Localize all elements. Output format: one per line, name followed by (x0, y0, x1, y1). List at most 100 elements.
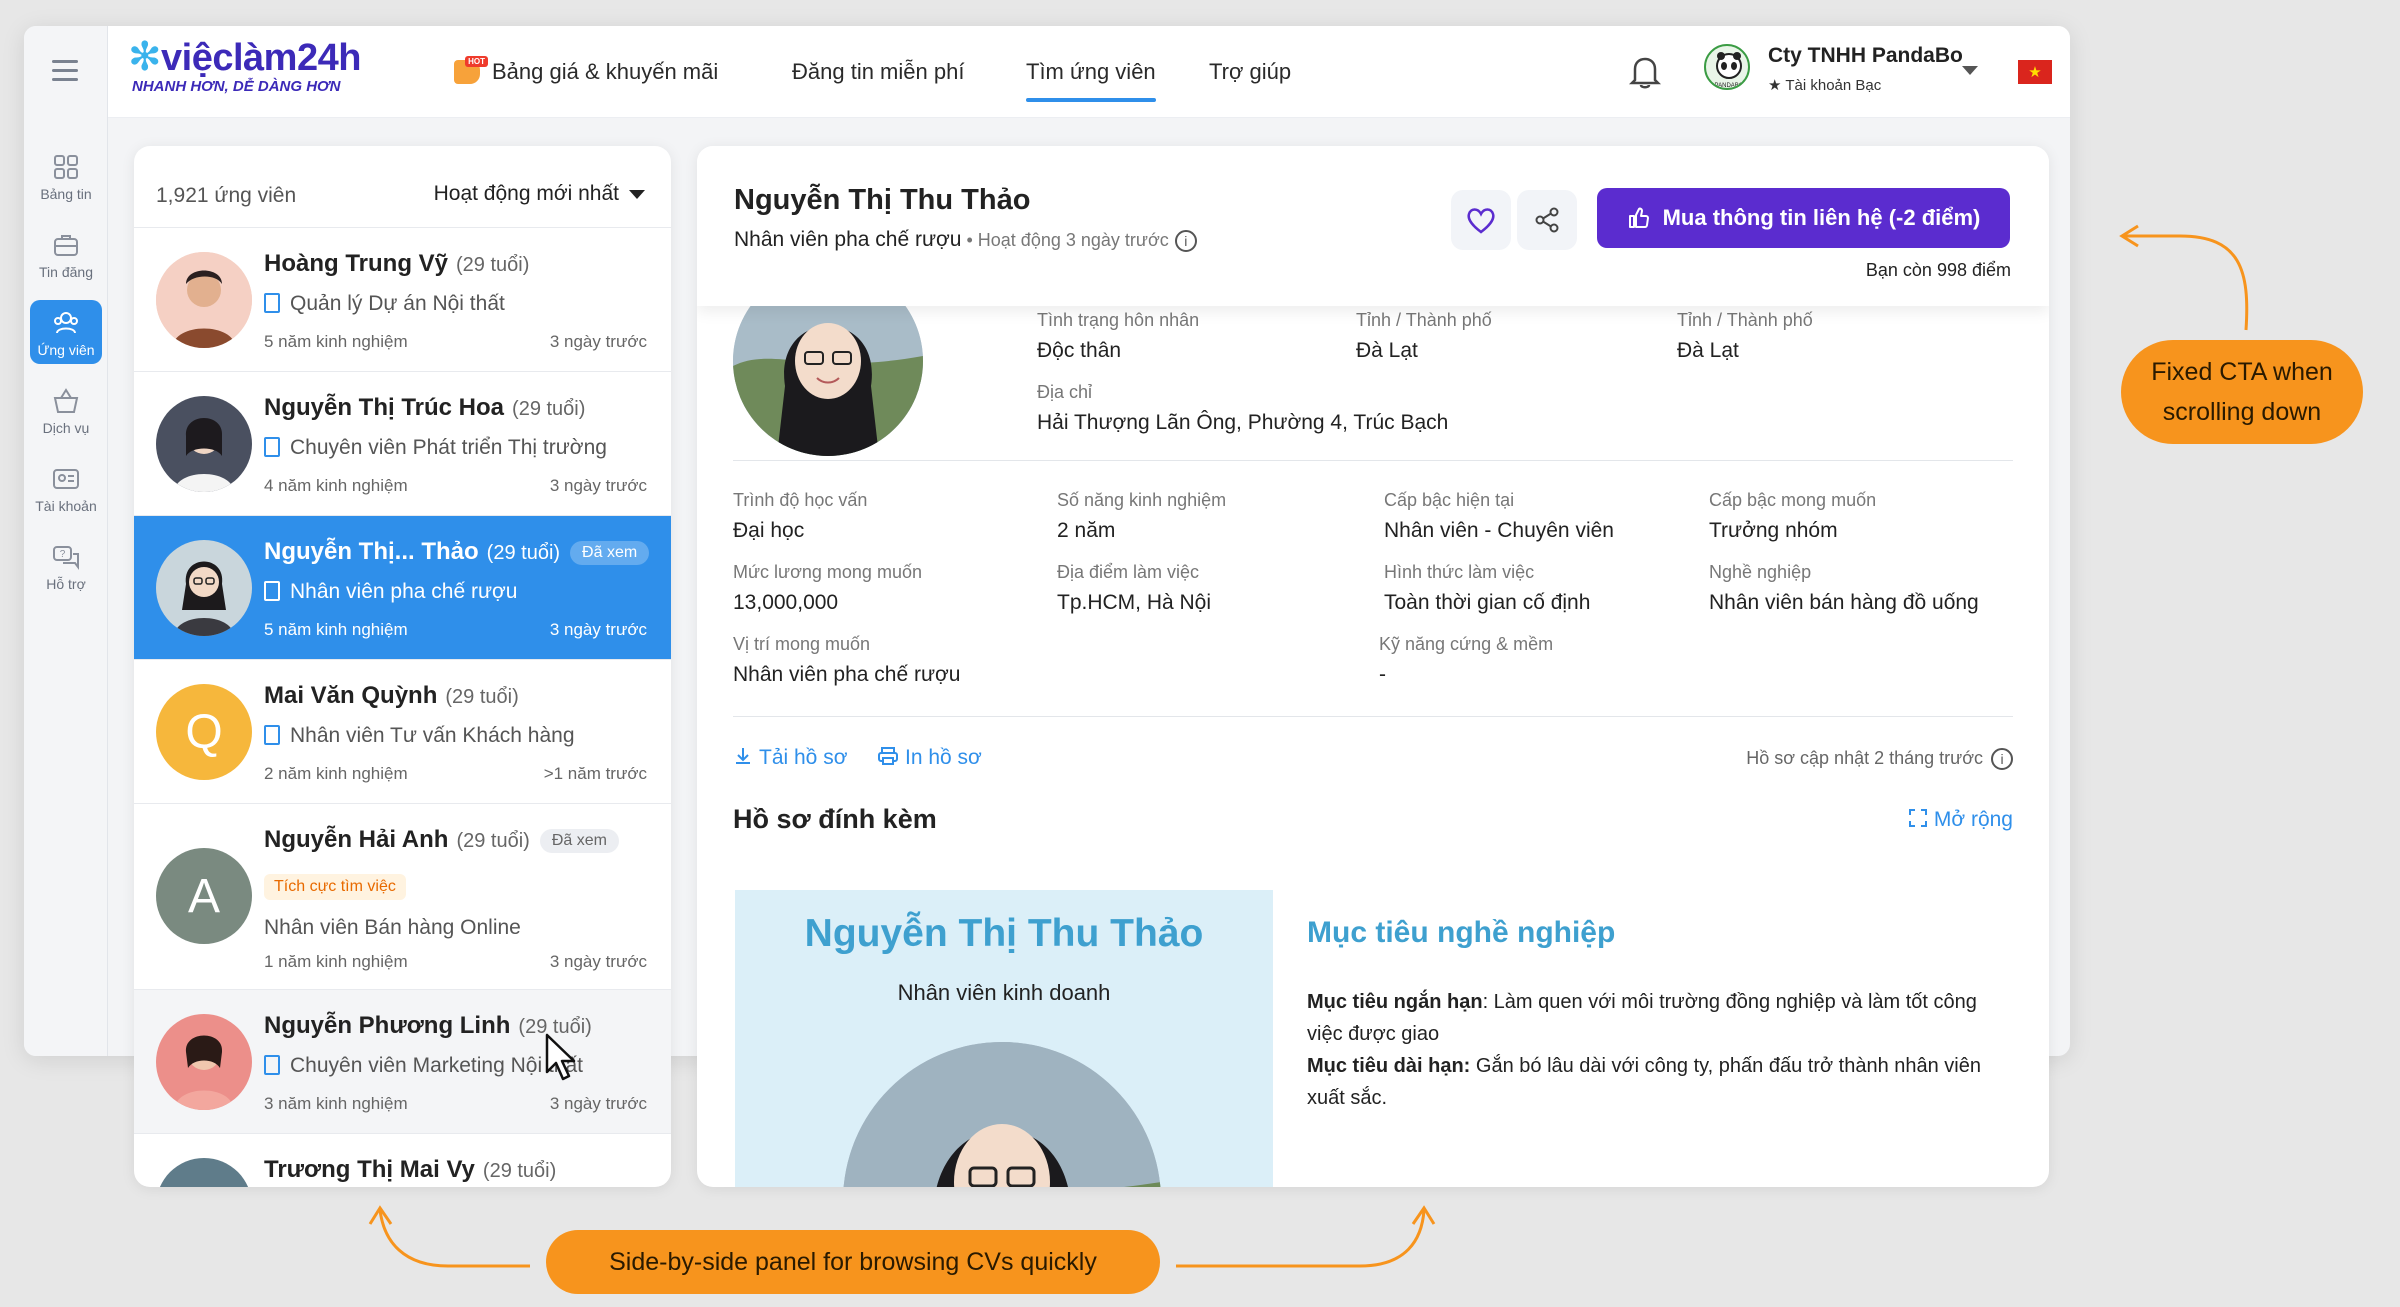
candidate-avatar (156, 1014, 252, 1110)
buy-contact-button[interactable]: Mua thông tin liên hệ (-2 điểm) (1597, 188, 2010, 248)
nav-pricing-label: Bảng giá & khuyến mãi (492, 59, 719, 84)
basket-icon (53, 388, 79, 413)
candidate-count: 1,921 ứng viên (156, 184, 297, 207)
star-icon: ★ (1768, 77, 1786, 94)
field-current-level: Cấp bậc hiện tại Nhân viên - Chuyên viên (1384, 490, 1614, 542)
users-icon (54, 312, 78, 334)
candidate-item[interactable]: Q Mai Văn Quỳnh (29 tuổi) Nhân viên Tư vấ… (134, 660, 671, 804)
field-marital: Tình trạng hôn nhân Độc thân (1037, 310, 1200, 362)
candidate-name: Nguyễn Phương Linh (29 tuổi) (264, 1012, 592, 1039)
detail-candidate-name: Nguyễn Thị Thu Thảo (734, 184, 1031, 216)
candidate-experience: 5 năm kinh nghiệm (264, 332, 408, 351)
rail-item-candidates[interactable]: Ứng viên (30, 300, 102, 364)
rail-label: Dịch vụ (42, 420, 90, 436)
cv-updated-note: Hồ sơ cập nhật 2 tháng trước i (1746, 748, 2013, 770)
field-city: Tỉnh / Thành phố Đà Lạt (1356, 310, 1492, 362)
candidate-title: Chuyên viên Phát triển Thị trường (264, 436, 607, 460)
active-job-seeker-badge: Tích cực tìm việc (264, 874, 406, 900)
account-menu[interactable]: PANDABO Cty TNHH PandaBo ★ Tài khoản Bạc (1704, 42, 1964, 102)
svg-text:?: ? (60, 549, 66, 560)
chevron-down-icon[interactable] (1962, 66, 1978, 75)
candidate-item[interactable]: V Trương Thị Mai Vy(29 tuổi) (134, 1134, 671, 1187)
rail-item-support[interactable]: ? Hỗ trợ (30, 534, 102, 598)
info-icon[interactable]: i (1991, 748, 2013, 770)
rail-label: Tài khoản (35, 498, 97, 514)
logo-tagline: NHANH HƠN, DỄ DÀNG HƠN (132, 78, 341, 95)
pdf-file-icon (264, 437, 280, 457)
cv-short-term-goal: Mục tiêu ngắn hạn: Làm quen với môi trườ… (1307, 991, 1977, 1045)
svg-text:PANDABO: PANDABO (1715, 83, 1744, 89)
field-address: Địa chỉ Hải Thượng Lãn Ông, Phường 4, Trú… (1037, 382, 1449, 434)
field-position: Vị trí mong muốn Nhân viên pha chế rượu (733, 634, 961, 686)
vietnam-flag-icon[interactable]: ★ (2018, 60, 2052, 84)
printer-icon (878, 747, 898, 765)
candidate-avatar (156, 540, 252, 636)
logo-mark-icon: ✻ (128, 35, 162, 79)
account-tier: ★ Tài khoản Bạc (1768, 77, 1882, 94)
rail-item-posts[interactable]: Tin đăng (30, 222, 102, 286)
candidate-experience: 1 năm kinh nghiệm (264, 952, 408, 971)
rail-item-account[interactable]: Tài khoản (30, 456, 102, 520)
candidate-item-hovered[interactable]: Nguyễn Phương Linh (29 tuổi) Chuyên viên … (134, 990, 671, 1134)
expand-cv-link[interactable]: Mở rộng (1908, 808, 2013, 832)
candidate-title: Nhân viên pha chế rượu (264, 580, 517, 604)
caret-down-icon (629, 189, 645, 199)
cv-photo (843, 1042, 1161, 1187)
cv-objective-section: Mục tiêu nghề nghiệp Mục tiêu ngắn hạn: … (1295, 890, 2011, 1187)
field-salary: Mức lương mong muốn 13,000,000 (733, 562, 922, 614)
id-card-icon (53, 469, 79, 489)
candidate-title: Quản lý Dự án Nội thất (264, 292, 505, 316)
candidate-list-panel: 1,921 ứng viên Hoạt động mới nhất Hoàng … (134, 146, 671, 1187)
favorite-button[interactable] (1451, 190, 1511, 250)
cta-arrow (2124, 234, 2249, 331)
candidate-item[interactable]: Hoàng Trung Vỹ (29 tuổi) Quản lý Dự án Nộ… (134, 228, 671, 372)
print-cv-link[interactable]: In hồ sơ (877, 746, 982, 770)
attached-cv-preview[interactable]: Nguyễn Thị Thu Thảo Nhân viên kinh doanh… (735, 890, 2013, 1187)
nav-help[interactable]: Trợ giúp (1209, 26, 1291, 118)
candidate-activity: 3 ngày trước (549, 476, 647, 495)
candidate-name: Nguyễn Thị... Thảo (29 tuổi) Đã xem (264, 538, 650, 566)
field-work-type: Hình thức làm việc Toàn thời gian cố định (1384, 562, 1591, 614)
attached-cv-title: Hồ sơ đính kèm (733, 804, 937, 834)
active-nav-underline (1026, 98, 1156, 102)
candidate-avatar (156, 396, 252, 492)
rail-item-dashboard[interactable]: Bảng tin (30, 144, 102, 208)
dashboard-icon (54, 155, 78, 179)
candidate-name: Hoàng Trung Vỹ (29 tuổi) (264, 250, 530, 277)
candidate-experience: 3 năm kinh nghiệm (264, 1094, 408, 1113)
rail-label: Hỗ trợ (46, 576, 86, 592)
candidate-experience: 4 năm kinh nghiệm (264, 476, 408, 495)
share-button[interactable] (1517, 190, 1577, 250)
sort-dropdown[interactable]: Hoạt động mới nhất (434, 182, 645, 206)
candidate-title: Nhân viên Bán hàng Online (264, 916, 521, 939)
company-avatar: PANDABO (1704, 44, 1750, 90)
field-city-2: Tỉnh / Thành phố Đà Lạt (1677, 310, 1813, 362)
panel-annotation: Side-by-side panel for browsing CVs quic… (546, 1230, 1160, 1294)
logo[interactable]: ✻việclàm24h NHANH HƠN, DỄ DÀNG HƠN (128, 34, 361, 95)
nav-find-candidates[interactable]: Tìm ứng viên (1026, 26, 1156, 118)
candidate-activity: >1 năm trước (543, 764, 647, 783)
rail-item-services[interactable]: Dịch vụ (30, 378, 102, 442)
thumbs-up-icon (1628, 207, 1649, 228)
candidate-activity: 3 ngày trước (549, 1094, 647, 1113)
cv-objective-heading: Mục tiêu nghề nghiệp (1307, 916, 1616, 949)
chat-help-icon: ? (53, 546, 79, 570)
candidate-item[interactable]: A Nguyễn Hải Anh (29 tuổi) Đã xem Tích cực… (134, 804, 671, 990)
share-icon (1535, 207, 1559, 233)
candidate-title: Chuyên viên Marketing Nội thất (264, 1054, 583, 1078)
pdf-file-icon (264, 1055, 280, 1075)
bell-icon[interactable] (1628, 54, 1662, 90)
hamburger-menu-icon[interactable] (52, 60, 78, 81)
nav-free-post[interactable]: Đăng tin miễn phí (792, 26, 964, 118)
info-icon[interactable]: i (1174, 230, 1197, 252)
candidate-item-selected[interactable]: Nguyễn Thị... Thảo (29 tuổi) Đã xem Nhân v… (134, 516, 671, 660)
list-header: 1,921 ứng viên Hoạt động mới nhất (134, 146, 671, 228)
candidate-avatar (156, 252, 252, 348)
rail-label: Tin đăng (39, 264, 93, 280)
candidate-initial-avatar: V (156, 1158, 252, 1187)
candidate-name: Mai Văn Quỳnh (29 tuổi) (264, 682, 519, 709)
cta-annotation: Fixed CTA when scrolling down (2121, 340, 2363, 444)
download-cv-link[interactable]: Tải hồ sơ (733, 746, 847, 770)
nav-pricing[interactable]: HOT Bảng giá & khuyến mãi (454, 26, 718, 118)
candidate-item[interactable]: Nguyễn Thị Trúc Hoa (29 tuổi) Chuyên viên… (134, 372, 671, 516)
